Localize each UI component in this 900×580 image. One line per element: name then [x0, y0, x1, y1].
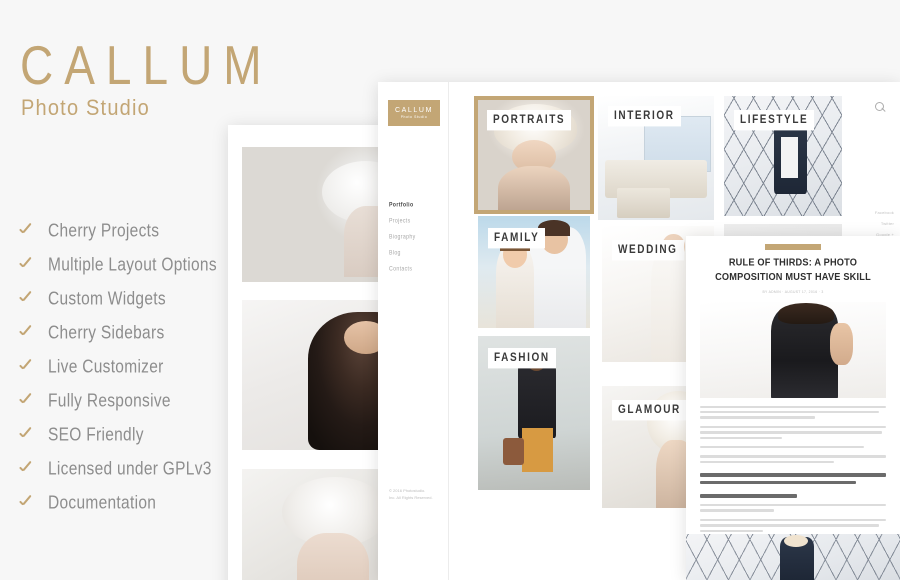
feature-label: Cherry Sidebars — [48, 323, 165, 344]
sidebar-item-biography[interactable]: Biography — [389, 233, 448, 241]
blog-paragraph — [700, 503, 886, 512]
blog-paragraph — [700, 405, 886, 419]
list-item: Multiple Layout Options — [18, 249, 348, 283]
feature-label: Custom Widgets — [48, 289, 166, 310]
blog-paragraph — [700, 425, 886, 440]
social-link-facebook[interactable]: Facebook — [860, 210, 894, 215]
gallery-tile[interactable]: FAMILY — [478, 216, 590, 328]
feature-label: Fully Responsive — [48, 391, 171, 412]
sidebar-item-contacts[interactable]: Contacts — [389, 265, 448, 273]
gallery-tile-caption: FAMILY — [488, 228, 546, 249]
check-icon — [18, 224, 34, 240]
gallery-tile[interactable]: LIFESTYLE — [724, 96, 842, 216]
blog-paragraph — [700, 518, 886, 532]
gallery-tile[interactable]: FASHION — [478, 336, 590, 490]
gallery-tile[interactable]: PORTRAITS — [474, 96, 594, 214]
sidebar-item-projects[interactable]: Projects — [389, 217, 448, 225]
list-item: Fully Responsive — [18, 385, 348, 419]
site-sidebar: CALLUM Photo Studio Portfolio Projects B… — [378, 82, 449, 580]
sidebar-item-blog[interactable]: Blog — [389, 249, 448, 257]
list-item: Licensed under GPLv3 — [18, 453, 348, 487]
feature-label: Licensed under GPLv3 — [48, 459, 212, 480]
check-icon — [18, 292, 34, 308]
promo-banner: CALLUM Photo Studio Cherry Projects Mult… — [0, 0, 900, 580]
page-subtitle: Photo Studio — [21, 96, 150, 121]
blog-post-title: RULE OF THIRDS: A PHOTO COMPOSITION MUST… — [715, 256, 871, 283]
feature-label: Multiple Layout Options — [48, 255, 217, 276]
check-icon — [18, 462, 34, 478]
blog-hero-image — [700, 301, 886, 398]
check-icon — [18, 360, 34, 376]
list-item: Custom Widgets — [18, 283, 348, 317]
blog-section-heading-1 — [700, 494, 886, 498]
page-title: CALLUM — [20, 34, 273, 96]
site-logo-title: CALLUM — [395, 106, 433, 114]
blog-article-panel: RULE OF THIRDS: A PHOTO COMPOSITION MUST… — [686, 236, 900, 580]
check-icon — [18, 394, 34, 410]
site-logo[interactable]: CALLUM Photo Studio — [388, 100, 440, 126]
check-icon — [18, 428, 34, 444]
check-icon — [18, 258, 34, 274]
list-item: Live Customizer — [18, 351, 348, 385]
check-icon — [18, 496, 34, 512]
blog-section-intro — [700, 473, 886, 485]
feature-label: Cherry Projects — [48, 221, 160, 242]
feature-list: Cherry Projects Multiple Layout Options … — [18, 215, 348, 521]
gallery-tile-caption: WEDDING — [612, 240, 684, 261]
blog-paragraph — [700, 446, 886, 449]
list-item: SEO Friendly — [18, 419, 348, 453]
feature-label: SEO Friendly — [48, 425, 144, 446]
blog-post-meta: BY ADMIN · AUGUST 17, 2016 · 3 — [762, 289, 824, 294]
list-item: Documentation — [18, 487, 348, 521]
copyright-line-2: Inc. All Rights Reserved. — [389, 495, 433, 501]
gallery-tile-caption: GLAMOUR — [612, 400, 687, 421]
gallery-tile-caption: LIFESTYLE — [734, 110, 815, 131]
site-nav: Portfolio Projects Biography Blog Contac… — [378, 201, 448, 273]
list-item: Cherry Sidebars — [18, 317, 348, 351]
blog-paragraph — [700, 455, 886, 464]
search-icon[interactable] — [875, 102, 886, 113]
blog-footer-image — [686, 534, 900, 580]
site-logo-subtitle: Photo Studio — [400, 114, 428, 119]
social-link-twitter[interactable]: Twitter — [860, 221, 894, 226]
copyright-line-1: © 2016 Photostudio. — [389, 487, 426, 493]
gallery-tile-caption: INTERIOR — [608, 106, 681, 127]
gallery-tile[interactable]: INTERIOR — [598, 96, 714, 220]
sidebar-item-portfolio[interactable]: Portfolio — [389, 201, 448, 209]
category-badge[interactable] — [765, 244, 821, 250]
feature-label: Documentation — [48, 493, 157, 514]
gallery-tile-caption: FASHION — [488, 348, 556, 369]
site-copyright: © 2016 Photostudio. Inc. All Rights Rese… — [389, 487, 433, 502]
promo-text-block: CALLUM Photo Studio Cherry Projects Mult… — [18, 38, 348, 521]
list-item: Cherry Projects — [18, 215, 348, 249]
feature-label: Live Customizer — [48, 357, 164, 378]
check-icon — [18, 326, 34, 342]
gallery-tile-caption: PORTRAITS — [487, 110, 572, 131]
